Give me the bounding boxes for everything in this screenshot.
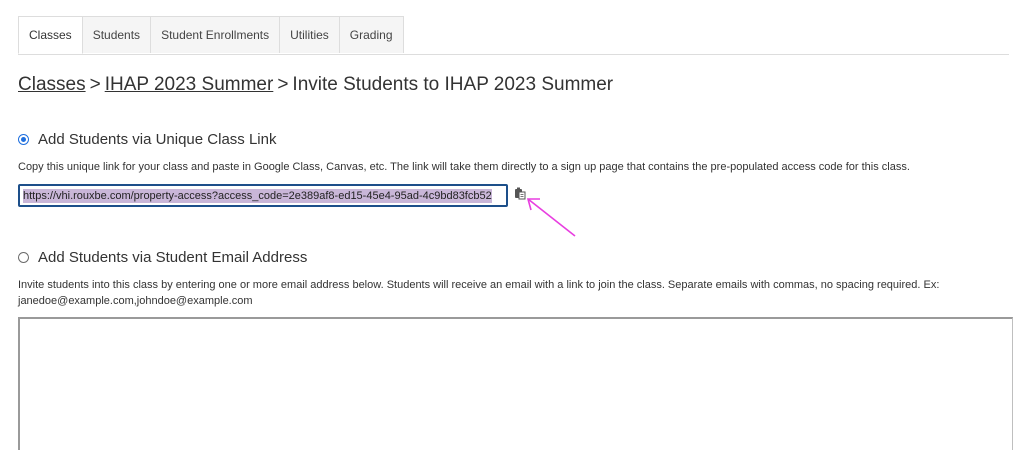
unique-link-radio[interactable] <box>18 134 29 145</box>
page: Classes Students Student Enrollments Uti… <box>0 0 1033 450</box>
unique-link-label: Add Students via Unique Class Link <box>38 131 277 148</box>
clipboard-icon[interactable] <box>514 187 526 200</box>
tab-utilities[interactable]: Utilities <box>279 16 340 53</box>
email-textarea[interactable] <box>18 317 1013 450</box>
breadcrumb: Classes > IHAP 2023 Summer > Invite Students… <box>18 74 613 96</box>
email-description-line2: janedoe@example.com,johndoe@example.com <box>18 295 253 307</box>
breadcrumb-current: Invite Students to IHAP 2023 Summer <box>292 74 614 95</box>
unique-link-option[interactable]: Add Students via Unique Class Link <box>18 131 276 148</box>
tab-grading[interactable]: Grading <box>338 16 404 53</box>
breadcrumb-separator: > <box>89 74 101 95</box>
breadcrumb-link-class[interactable]: IHAP 2023 Summer <box>105 74 274 95</box>
email-description: Invite students into this class by enter… <box>18 277 939 309</box>
unique-link-field[interactable]: https://vhi.rouxbe.com/property-access?a… <box>18 184 508 207</box>
annotation-arrow <box>526 198 576 237</box>
tab-students[interactable]: Students <box>81 16 152 53</box>
email-label: Add Students via Student Email Address <box>38 249 308 266</box>
unique-link-value: https://vhi.rouxbe.com/property-access?a… <box>23 188 492 203</box>
breadcrumb-link-classes[interactable]: Classes <box>18 74 86 95</box>
email-description-line1: Invite students into this class by enter… <box>18 279 940 291</box>
email-option[interactable]: Add Students via Student Email Address <box>18 249 307 266</box>
email-radio[interactable] <box>18 252 29 263</box>
breadcrumb-separator: > <box>277 74 289 95</box>
tab-classes[interactable]: Classes <box>18 16 83 54</box>
unique-link-description: Copy this unique link for your class and… <box>18 161 910 173</box>
tab-bar: Classes Students Student Enrollments Uti… <box>18 16 1009 55</box>
tab-student-enrollments[interactable]: Student Enrollments <box>150 16 281 53</box>
